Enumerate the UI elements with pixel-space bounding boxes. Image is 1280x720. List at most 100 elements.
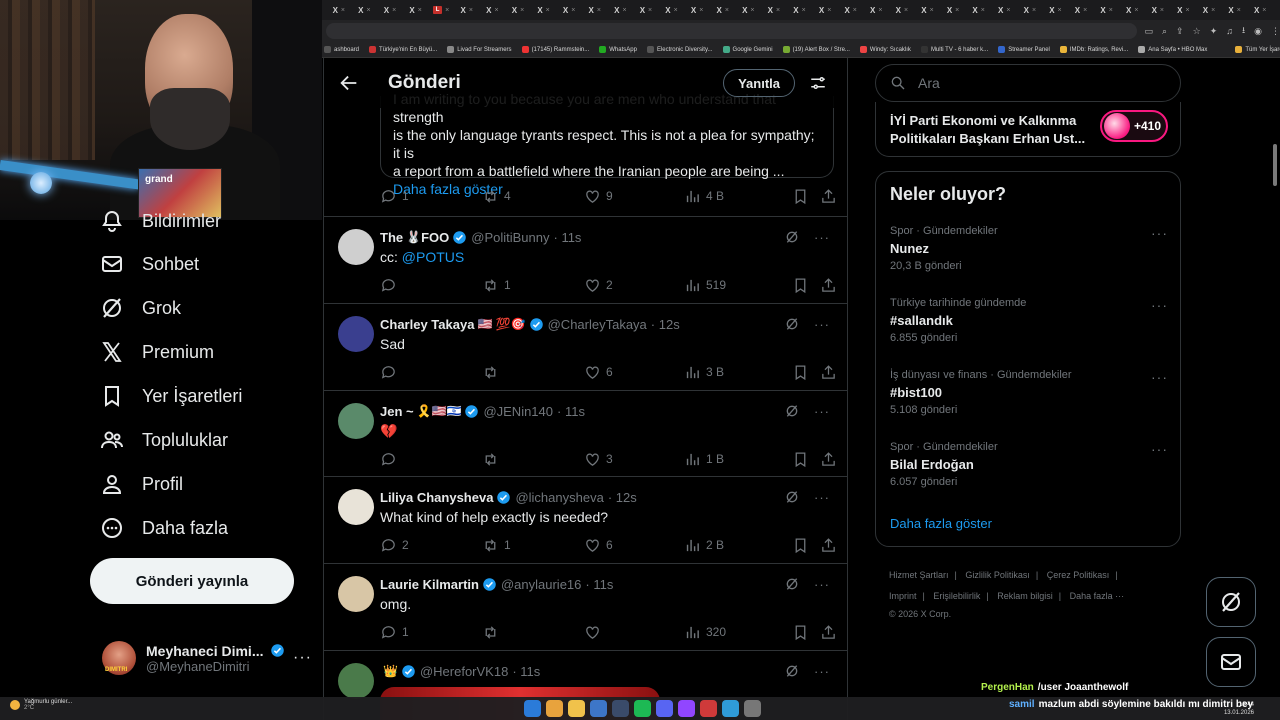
sidebar-item-premium[interactable]: Premium	[98, 330, 322, 374]
close-tab-icon[interactable]: ×	[1134, 7, 1138, 14]
trend-item[interactable]: Spor · Gündemdekiler Bilal Erdoğan 6.057…	[890, 441, 1168, 488]
bookmark-action[interactable]	[792, 277, 820, 294]
views-action[interactable]: 1 B	[684, 451, 792, 468]
close-tab-icon[interactable]: ×	[1032, 7, 1036, 14]
footer-link[interactable]: Imprint	[889, 591, 917, 601]
close-tab-icon[interactable]: ×	[469, 7, 473, 14]
views-action[interactable]: 2 B	[684, 537, 792, 554]
grok-fab-button[interactable]	[1206, 577, 1256, 627]
author-name[interactable]: FOO	[421, 230, 449, 245]
close-tab-icon[interactable]: ×	[418, 7, 422, 14]
more-icon[interactable]: ···	[1151, 441, 1168, 457]
trend-item[interactable]: İş dünyası ve finans · Gündemdekiler #bi…	[890, 369, 1168, 416]
avatar[interactable]	[338, 576, 374, 612]
like-action[interactable]: 2	[584, 277, 684, 294]
repost-action[interactable]	[482, 451, 584, 468]
reply-action[interactable]	[380, 364, 482, 381]
bookmark-action[interactable]	[792, 364, 820, 381]
app-icon[interactable]	[744, 700, 761, 717]
post-button[interactable]: Gönderi yayınla	[90, 558, 294, 604]
like-action[interactable]: 3	[584, 451, 684, 468]
browser-tab[interactable]: X ×	[761, 2, 787, 18]
sidebar-item-communities[interactable]: Topluluklar	[98, 418, 322, 462]
author-name[interactable]: Jen ~	[380, 404, 414, 419]
share-action[interactable]	[820, 364, 840, 381]
share-action[interactable]	[820, 277, 840, 294]
sidebar-item-bookmarks[interactable]: Yer İşaretleri	[98, 374, 322, 418]
bookmark-item[interactable]: Windy: Sıcaklık	[859, 46, 911, 53]
close-tab-icon[interactable]: ×	[1262, 7, 1266, 14]
browser-tab[interactable]: X ×	[1119, 2, 1145, 18]
browser-tab[interactable]: X ×	[1247, 2, 1273, 18]
close-tab-icon[interactable]: ×	[445, 7, 449, 14]
repost-action[interactable]: 1	[482, 537, 584, 554]
close-tab-icon[interactable]: ×	[520, 7, 524, 14]
extensions-icon[interactable]: ✦	[1210, 26, 1218, 37]
reply-post[interactable]: Liliya Chanysheva @lichanysheva · 12s ··· Wh…	[324, 476, 847, 563]
folder-icon[interactable]	[568, 700, 585, 717]
account-switcher[interactable]: DIMITRI Meyhaneci Dimi... @MeyhaneDimitr…	[102, 636, 312, 680]
media-icon[interactable]: ♫	[1226, 26, 1233, 36]
close-tab-icon[interactable]: ×	[725, 7, 729, 14]
browser-tab[interactable]: X ×	[608, 2, 634, 18]
post-time[interactable]: · 11s	[585, 577, 613, 592]
reply-action[interactable]	[380, 277, 482, 294]
avatar[interactable]	[338, 403, 374, 439]
post-time[interactable]: · 11s	[557, 404, 585, 419]
share-action[interactable]	[820, 537, 840, 554]
browser-tab[interactable]: X ×	[326, 2, 352, 18]
author-handle[interactable]: @lichanysheva	[515, 490, 603, 505]
browser-tab[interactable]: X ×	[966, 2, 992, 18]
browser-tab[interactable]: X ×	[352, 2, 378, 18]
views-action[interactable]: 3 B	[684, 364, 792, 381]
reply-action[interactable]: 1	[380, 188, 482, 205]
repost-action[interactable]	[482, 624, 584, 641]
browser-tab[interactable]: X ×	[454, 2, 480, 18]
close-tab-icon[interactable]: ×	[981, 7, 985, 14]
sidebar-item-grok[interactable]: Grok	[98, 286, 322, 330]
footer-link[interactable]: Hizmet Şartları	[889, 570, 949, 580]
search-input[interactable]: Ara	[875, 64, 1181, 102]
browser-tab[interactable]: X ×	[710, 2, 736, 18]
reply-post[interactable]: Jen ~ 🎗️🇺🇸🇮🇱 @JENin140 · 11s ··· 💔 3 1 B	[324, 390, 847, 476]
close-tab-icon[interactable]: ×	[674, 7, 678, 14]
bookmark-action[interactable]	[792, 624, 820, 641]
close-tab-icon[interactable]: ×	[1006, 7, 1010, 14]
browser-tab[interactable]: X ×	[1043, 2, 1069, 18]
close-tab-icon[interactable]: ×	[392, 7, 396, 14]
close-tab-icon[interactable]: ×	[1058, 7, 1062, 14]
browser-tab[interactable]: X ×	[812, 2, 838, 18]
close-tab-icon[interactable]: ×	[1211, 7, 1215, 14]
bookmark-item[interactable]: ashboard	[324, 46, 359, 53]
more-icon[interactable]: ···	[814, 404, 830, 419]
reply-post[interactable]: The 🐰 FOO @PolitiBunny · 11s ··· cc: @POTUS 1 2 5…	[324, 216, 847, 303]
avatar[interactable]	[338, 489, 374, 525]
trend-item[interactable]: Türkiye tarihinde gündemde #sallandık 6.…	[890, 297, 1168, 344]
menu-icon[interactable]: ⋮	[1271, 26, 1280, 37]
close-tab-icon[interactable]: ×	[648, 7, 652, 14]
obs-icon[interactable]	[700, 700, 717, 717]
address-field[interactable]	[326, 23, 1137, 39]
post-time[interactable]: · 12s	[651, 317, 680, 332]
repost-action[interactable]	[482, 364, 584, 381]
listener-badge[interactable]: +410	[1100, 110, 1168, 142]
weather-widget[interactable]: Yağmurlu günler... 2°C	[10, 699, 72, 711]
more-icon[interactable]: ···	[814, 230, 830, 245]
browser-tab[interactable]: L ×	[428, 2, 454, 18]
browser-tab[interactable]: X ×	[582, 2, 608, 18]
close-tab-icon[interactable]: ×	[597, 7, 601, 14]
author-handle[interactable]: @anylaurie16	[501, 577, 581, 592]
browser-tab[interactable]: X ×	[403, 2, 429, 18]
close-tab-icon[interactable]: ×	[341, 7, 345, 14]
quoted-post[interactable]: I am writing to you because you are men …	[380, 91, 834, 197]
reply-action[interactable]: 2	[380, 537, 482, 554]
close-tab-icon[interactable]: ×	[1109, 7, 1113, 14]
sidebar-item-notifications[interactable]: Bildirimler	[98, 200, 322, 242]
close-tab-icon[interactable]: ×	[622, 7, 626, 14]
start-icon[interactable]	[524, 700, 541, 717]
footer-link[interactable]: Daha fazla ···	[1070, 591, 1125, 601]
browser-tab[interactable]: X ×	[787, 2, 813, 18]
star-icon[interactable]: ☆	[1193, 26, 1201, 37]
reply-button[interactable]: Yanıtla	[723, 69, 795, 97]
browser-tab[interactable]: X ×	[915, 2, 941, 18]
